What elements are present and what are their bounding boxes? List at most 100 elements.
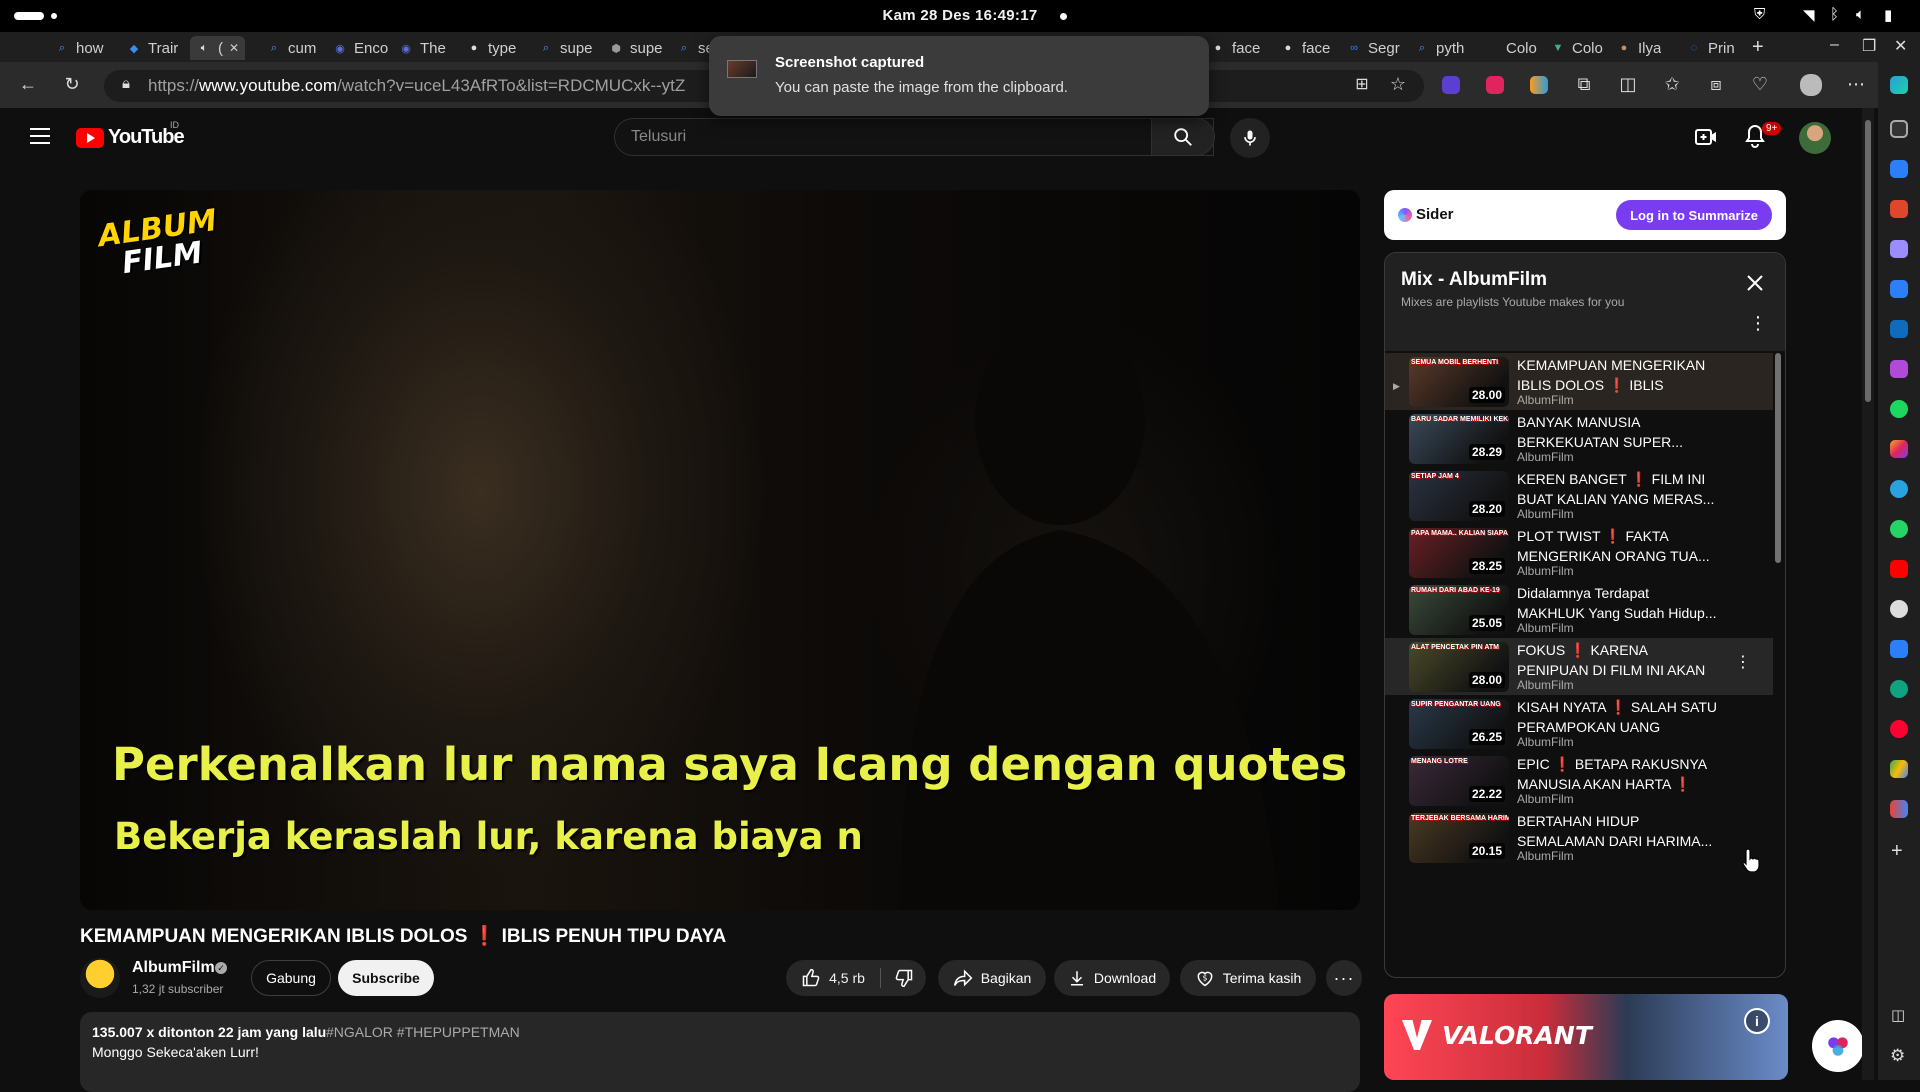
- calendar-icon[interactable]: [1890, 640, 1908, 658]
- video-thumbnail[interactable]: RUMAH DARI ABAD KE-19 25.05: [1409, 585, 1509, 635]
- playlist-title[interactable]: Mix - AlbumFilm: [1401, 269, 1547, 291]
- github-icon[interactable]: [1890, 600, 1908, 618]
- browser-tab[interactable]: Colo: [1484, 36, 1537, 60]
- youtube-music-icon[interactable]: [1890, 720, 1908, 738]
- playlist-menu-icon[interactable]: ⋮: [1749, 313, 1767, 334]
- browser-essentials-icon[interactable]: ♡: [1748, 74, 1772, 95]
- browser-tab[interactable]: ● face: [1210, 36, 1261, 60]
- search-button[interactable]: [1151, 118, 1215, 156]
- restore-icon[interactable]: ❐: [1862, 36, 1876, 56]
- video-player[interactable]: ALBUM FILM Perkenalkan lur nama saya Ica…: [80, 190, 1360, 910]
- collections-icon[interactable]: ⧈: [1704, 74, 1728, 95]
- browser-tab[interactable]: ◉ Enco: [332, 36, 388, 60]
- hashtags[interactable]: #NGALOR #THEPUPPETMAN: [326, 1024, 520, 1040]
- browser-tab[interactable]: ● face: [1280, 36, 1331, 60]
- telegram-icon[interactable]: [1890, 480, 1908, 498]
- close-tab-icon[interactable]: ✕: [229, 41, 239, 55]
- screenshot-toast[interactable]: Screenshot captured You can paste the im…: [709, 36, 1209, 116]
- lock-icon[interactable]: 🔒︎: [114, 75, 138, 92]
- search-input[interactable]: [615, 119, 1151, 155]
- minimize-icon[interactable]: –: [1830, 36, 1839, 54]
- browser-tab[interactable]: ∞ Segr: [1346, 36, 1400, 60]
- volume-icon[interactable]: 🔈︎: [1856, 6, 1865, 23]
- page-scrollbar-thumb[interactable]: [1865, 120, 1871, 402]
- playlist-item[interactable]: ALAT PENCETAK PIN ATM 28.00 FOKUS ❗ KARENA…: [1385, 638, 1773, 695]
- back-icon[interactable]: ←: [16, 74, 40, 95]
- playlist-item[interactable]: BARU SADAR MEMILIKI KEKUATAN SUPER28.29B…: [1385, 410, 1773, 467]
- browser-tab[interactable]: ⌕ supe: [538, 36, 593, 60]
- wifi-icon[interactable]: ◥: [1803, 6, 1815, 24]
- copilot-floating-button[interactable]: [1812, 1020, 1864, 1072]
- playlist-item[interactable]: SUPIR PENGANTAR UANG 26.25 KISAH NYATA ❗ S…: [1385, 695, 1773, 752]
- join-button[interactable]: Gabung: [251, 960, 331, 996]
- menu-hamburger-icon[interactable]: [30, 128, 50, 144]
- subscribe-button[interactable]: Subscribe: [338, 960, 434, 996]
- browser-tab[interactable]: ⌕ pyth: [1414, 36, 1464, 60]
- playlist-item[interactable]: ▶ SEMUA MOBIL BERHENTI 28.00 KEMAMPUAN MENG…: [1385, 353, 1773, 410]
- voice-search-button[interactable]: [1230, 118, 1270, 158]
- close-window-icon[interactable]: ✕: [1894, 36, 1907, 56]
- browser-tab[interactable]: ⌕ how: [54, 36, 104, 60]
- chatgpt-icon[interactable]: [1890, 680, 1908, 698]
- settings-gear-icon[interactable]: ⚙: [1890, 1046, 1905, 1066]
- close-icon[interactable]: [1743, 271, 1767, 295]
- extension-icon[interactable]: [1530, 76, 1548, 94]
- spotify-icon[interactable]: [1890, 400, 1908, 418]
- browser-tab[interactable]: ● type: [466, 36, 517, 60]
- clipchamp-icon[interactable]: [1890, 360, 1908, 378]
- browser-tab[interactable]: 🔈︎ (✕: [190, 36, 246, 60]
- item-menu-icon[interactable]: ⋮: [1735, 652, 1751, 672]
- bluetooth-icon[interactable]: ᛒ: [1830, 6, 1839, 23]
- favorites-icon[interactable]: ✩: [1660, 74, 1684, 95]
- playlist-video-title[interactable]: KEMAMPUAN MENGERIKAN IBLIS DOLOS ❗ IBLIS…: [1517, 355, 1717, 395]
- os-clock[interactable]: Kam 28 Des 16:49:17: [0, 7, 1920, 24]
- share-button[interactable]: Bagikan: [938, 960, 1046, 996]
- battery-icon[interactable]: ▮: [1884, 6, 1892, 24]
- playlist-item[interactable]: MENANG LOTRE 22.22 EPIC ❗ BETAPA RAKUSNYA …: [1385, 752, 1773, 809]
- video-thumbnail[interactable]: SUPIR PENGANTAR UANG 26.25: [1409, 699, 1509, 749]
- instagram-icon[interactable]: [1890, 440, 1908, 458]
- outlook-icon[interactable]: [1890, 320, 1908, 338]
- copilot-icon[interactable]: [1890, 76, 1908, 94]
- dislike-button[interactable]: [881, 960, 926, 996]
- url-text[interactable]: https://www.youtube.com/watch?v=uceL43Af…: [148, 76, 685, 96]
- playlist-video-title[interactable]: FOKUS ❗ KARENA PENIPUAN DI FILM INI AKAN…: [1517, 640, 1717, 680]
- extension-icon[interactable]: [1442, 76, 1460, 94]
- ad-info-icon[interactable]: i: [1744, 1008, 1770, 1034]
- video-thumbnail[interactable]: ALAT PENCETAK PIN ATM 28.00: [1409, 642, 1509, 692]
- extension-icon[interactable]: [1486, 76, 1504, 94]
- youtube-icon[interactable]: [1890, 560, 1908, 578]
- games-icon[interactable]: [1890, 240, 1908, 258]
- playlist-item[interactable]: PAPA MAMA.. KALIAN SIAPA?! 28.25 PLOT TWIS…: [1385, 524, 1773, 581]
- new-tab-plus-icon[interactable]: +: [1752, 36, 1764, 59]
- browser-tab[interactable]: ◉ The: [398, 36, 446, 60]
- video-thumbnail[interactable]: MENANG LOTRE 22.22: [1409, 756, 1509, 806]
- browser-tab[interactable]: ◌ Prin: [1686, 36, 1735, 60]
- thanks-button[interactable]: $ Terima kasih: [1180, 960, 1316, 996]
- video-thumbnail[interactable]: TERJEBAK BERSAMA HARIMAU 20.15: [1409, 813, 1509, 863]
- playlist-item[interactable]: RUMAH DARI ABAD KE-19 25.05 Didalamnya Ter…: [1385, 581, 1773, 638]
- video-thumbnail[interactable]: PAPA MAMA.. KALIAN SIAPA?! 28.25: [1409, 528, 1509, 578]
- video-thumbnail[interactable]: SETIAP JAM 4 28.20: [1409, 471, 1509, 521]
- playlist-video-title[interactable]: Didalamnya Terdapat MAKHLUK Yang Sudah H…: [1517, 583, 1717, 623]
- profile-avatar[interactable]: [1800, 74, 1822, 96]
- playlist-item[interactable]: TERJEBAK BERSAMA HARIMAU 20.15 BERTAHAN HI…: [1385, 809, 1773, 866]
- gmail-icon[interactable]: [1890, 800, 1908, 818]
- page-scrollbar[interactable]: [1862, 108, 1874, 1080]
- more-menu-icon[interactable]: ⋯: [1844, 74, 1868, 95]
- channel-avatar[interactable]: [80, 958, 120, 998]
- designer-icon[interactable]: [1890, 280, 1908, 298]
- playlist-scrollbar[interactable]: [1775, 353, 1781, 563]
- browser-tab[interactable]: ▼ Colo: [1550, 36, 1603, 60]
- playlist-video-title[interactable]: KISAH NYATA ❗ SALAH SATU PERAMPOKAN UANG…: [1517, 697, 1717, 737]
- tag-icon[interactable]: [1890, 160, 1908, 178]
- extensions-puzzle-icon[interactable]: ⧉: [1572, 74, 1596, 95]
- playlist-video-title[interactable]: BERTAHAN HIDUP SEMALAMAN DARI HARIMA...: [1517, 811, 1717, 851]
- summarize-login-button[interactable]: Log in to Summarize: [1616, 200, 1772, 230]
- reload-icon[interactable]: ↻: [60, 74, 84, 95]
- playlist-video-title[interactable]: BANYAK MANUSIA BERKEKUATAN SUPER...: [1517, 412, 1717, 452]
- playlist-video-title[interactable]: PLOT TWIST ❗ FAKTA MENGERIKAN ORANG TUA.…: [1517, 526, 1717, 566]
- more-actions-button[interactable]: ···: [1326, 960, 1362, 996]
- browser-tab[interactable]: ◆ Trair: [126, 36, 179, 60]
- youtube-logo[interactable]: YouTube: [76, 126, 185, 149]
